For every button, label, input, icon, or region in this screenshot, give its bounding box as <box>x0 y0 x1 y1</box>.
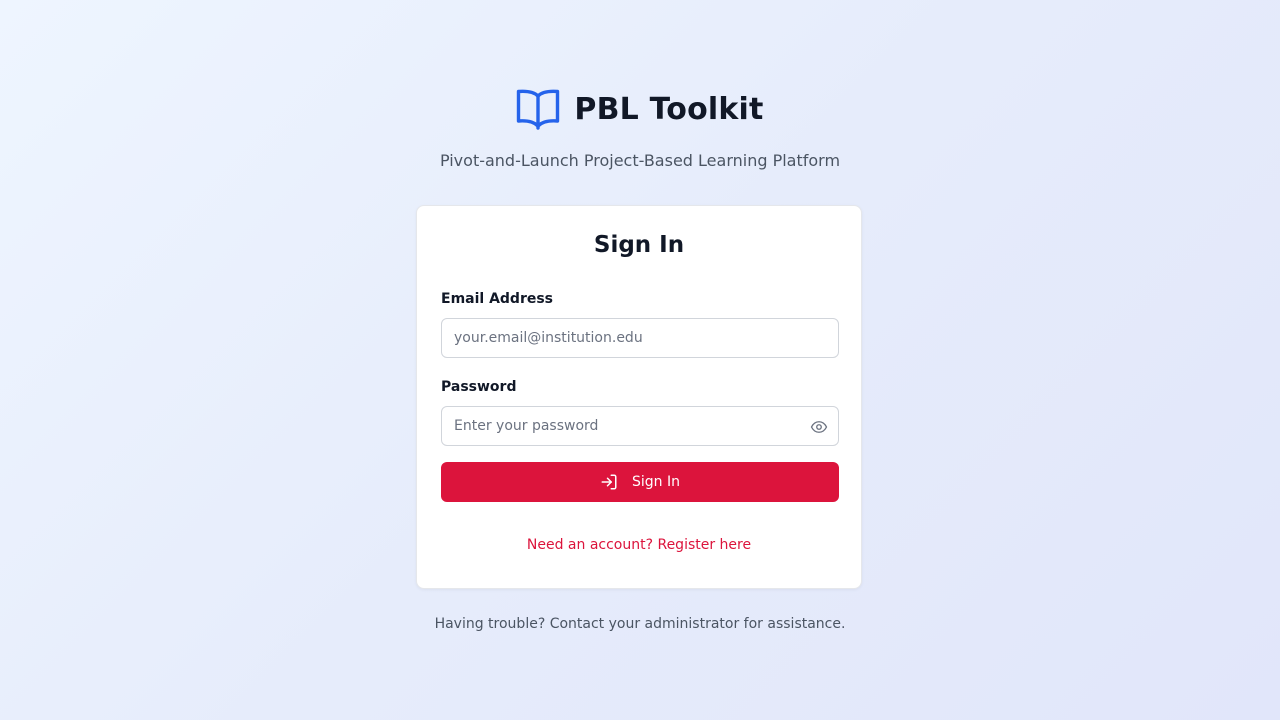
help-note: Having trouble? Contact your administrat… <box>434 616 846 632</box>
sign-in-icon <box>601 474 617 490</box>
email-field[interactable] <box>442 319 838 357</box>
eye-icon[interactable] <box>810 418 828 436</box>
email-label: Email Address <box>441 291 554 307</box>
sign-in-button[interactable]: Sign In <box>441 462 839 502</box>
open-book-icon <box>517 89 560 130</box>
sign-in-heading: Sign In <box>593 232 685 258</box>
password-field[interactable] <box>442 407 838 445</box>
register-link[interactable]: Need an account? Register here <box>417 537 861 553</box>
sign-in-button-label: Sign In <box>632 474 680 490</box>
sign-in-card: Sign In Email Address Password Sign In N… <box>416 205 862 589</box>
password-label: Password <box>441 379 517 395</box>
email-field-wrapper <box>441 318 839 358</box>
brand-header: PBL Toolkit <box>0 88 1280 130</box>
tagline: Pivot-and-Launch Project-Based Learning … <box>439 151 841 170</box>
app-title: PBL Toolkit <box>574 91 764 127</box>
password-field-wrapper <box>441 406 839 446</box>
